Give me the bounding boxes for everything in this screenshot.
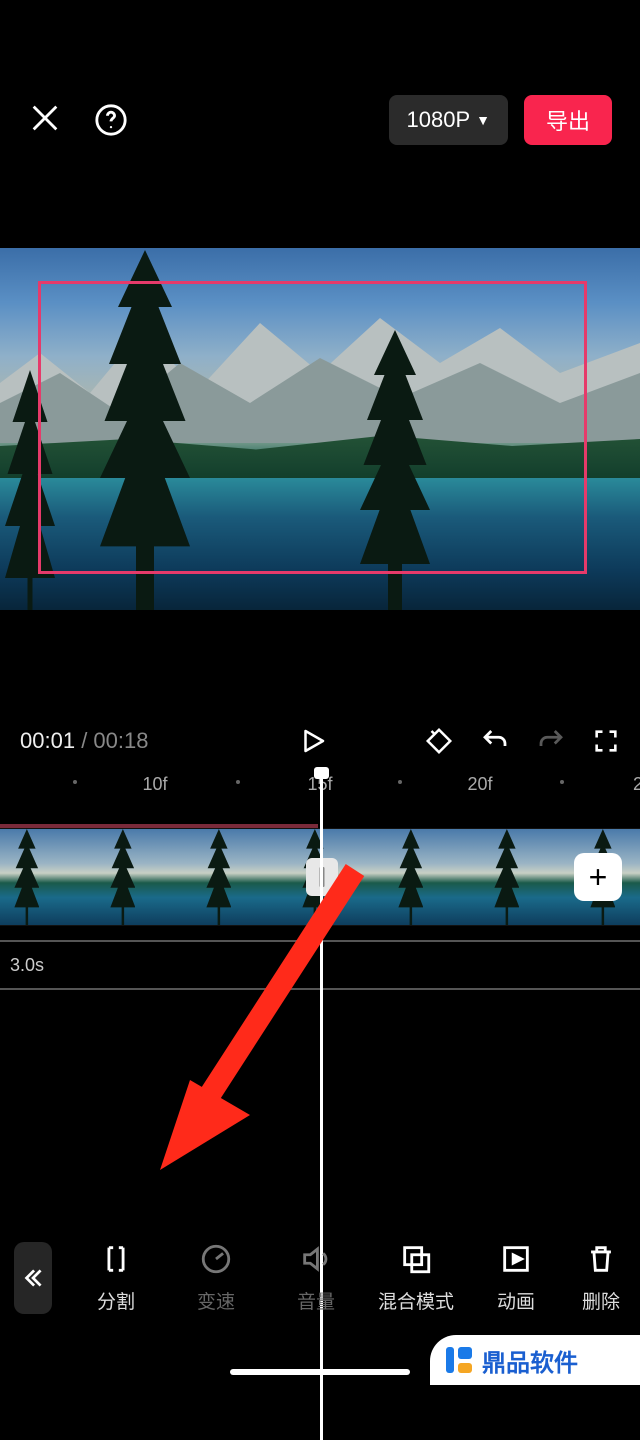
clip-thumb[interactable] xyxy=(384,829,480,926)
split-icon xyxy=(99,1241,133,1277)
watermark: 鼎品软件 xyxy=(430,1335,640,1385)
export-button[interactable]: 导出 xyxy=(524,95,612,145)
tool-speed[interactable]: 变速 xyxy=(166,1241,266,1314)
tool-anim[interactable]: 动画 xyxy=(466,1241,566,1314)
close-icon[interactable] xyxy=(28,101,62,140)
tool-blend[interactable]: 混合模式 xyxy=(366,1241,466,1314)
keyframe-button[interactable] xyxy=(424,726,454,756)
playhead[interactable] xyxy=(320,770,323,1440)
current-time: 00:01 xyxy=(20,728,75,753)
playback-bar: 00:01 / 00:18 xyxy=(0,716,640,766)
bottom-toolbar: 分割 变速 音量 混合模式 动画 删除 xyxy=(0,1225,640,1330)
watermark-logo-icon xyxy=(444,1345,474,1375)
delete-icon xyxy=(584,1241,618,1277)
video-preview[interactable] xyxy=(0,248,640,610)
total-time: 00:18 xyxy=(93,728,148,753)
help-icon[interactable] xyxy=(94,103,128,137)
speed-icon xyxy=(199,1241,233,1277)
volume-icon xyxy=(299,1241,333,1277)
clip-thumb[interactable] xyxy=(0,829,96,926)
clip-thumb[interactable] xyxy=(96,829,192,926)
back-button[interactable] xyxy=(14,1242,52,1314)
anim-icon xyxy=(499,1241,533,1277)
blend-icon xyxy=(399,1241,433,1277)
audio-duration: 3.0s xyxy=(10,955,44,976)
home-indicator xyxy=(230,1369,410,1375)
redo-button[interactable] xyxy=(536,726,566,756)
add-clip-button[interactable]: + xyxy=(574,853,622,901)
resolution-label: 1080P xyxy=(407,107,471,133)
caret-down-icon: ▼ xyxy=(476,112,490,128)
fullscreen-button[interactable] xyxy=(592,727,620,755)
clip-thumb[interactable] xyxy=(480,829,576,926)
timeline[interactable]: 10f 15f 20f 2 + 3.0s xyxy=(0,770,640,1210)
play-button[interactable] xyxy=(298,725,328,757)
resolution-button[interactable]: 1080P ▼ xyxy=(389,95,508,145)
tool-delete[interactable]: 删除 xyxy=(566,1241,636,1314)
undo-button[interactable] xyxy=(480,726,510,756)
clip-thumb[interactable] xyxy=(192,829,288,926)
time-display: 00:01 / 00:18 xyxy=(20,728,148,754)
crop-frame[interactable] xyxy=(38,281,587,574)
top-bar: 1080P ▼ 导出 xyxy=(0,92,640,148)
tool-volume[interactable]: 音量 xyxy=(266,1241,366,1314)
tool-split[interactable]: 分割 xyxy=(66,1241,166,1314)
